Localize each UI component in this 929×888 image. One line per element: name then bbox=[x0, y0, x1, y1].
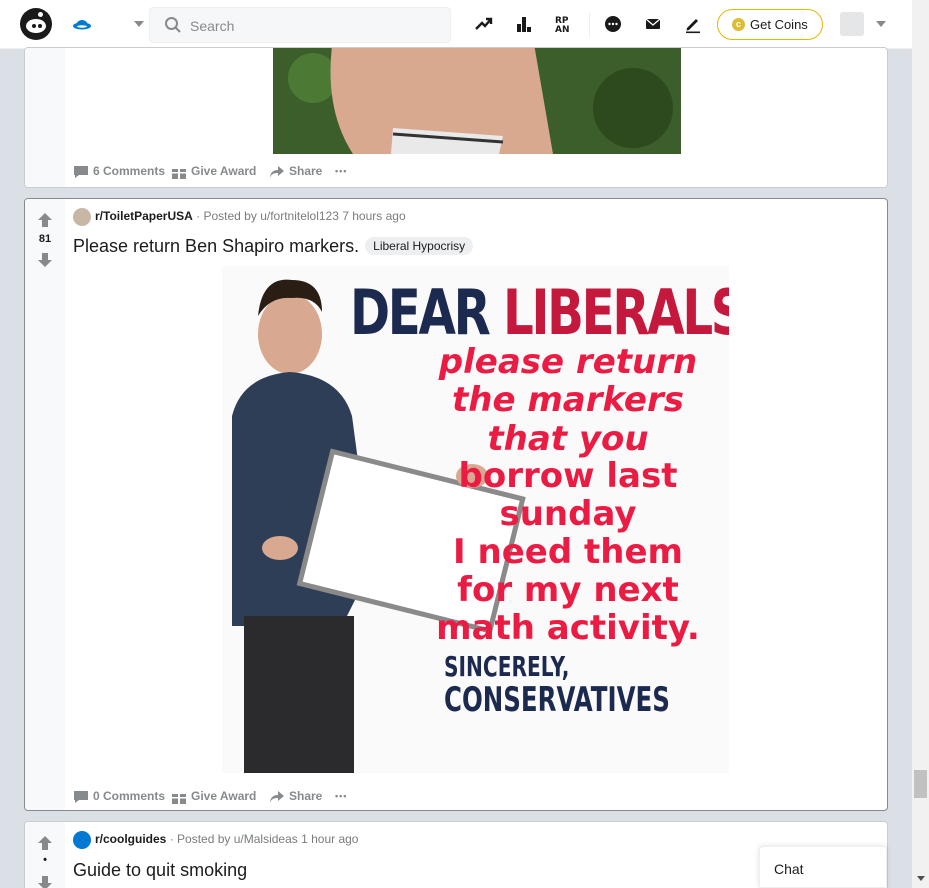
meme-heading: DEAR LIBERALS bbox=[350, 276, 729, 349]
meme-line: math activity. bbox=[436, 608, 700, 648]
meme-dear: DEAR bbox=[350, 276, 503, 349]
meme-line: that you bbox=[487, 419, 649, 459]
give-award-label: Give Award bbox=[191, 164, 257, 178]
scroll-down-icon[interactable] bbox=[917, 876, 925, 881]
chat-label: Chat bbox=[774, 861, 804, 877]
rpan-icon[interactable]: RP AN bbox=[554, 14, 574, 34]
svg-text:AN: AN bbox=[555, 25, 570, 34]
post-title-row: Please return Ben Shapiro markers. Libera… bbox=[73, 236, 474, 257]
post-image[interactable]: DEAR LIBERALS please return the markers … bbox=[222, 266, 729, 773]
scrollbar-thumb[interactable] bbox=[914, 770, 927, 798]
share-label: Share bbox=[289, 789, 323, 803]
comments-label: 0 Comments bbox=[93, 789, 166, 803]
home-icon[interactable] bbox=[72, 15, 92, 35]
vote-score: • bbox=[43, 854, 47, 866]
give-award-label: Give Award bbox=[191, 789, 257, 803]
gift-icon bbox=[172, 792, 186, 804]
subreddit-icon[interactable] bbox=[73, 831, 91, 849]
coin-icon: c bbox=[732, 18, 745, 31]
search-bar[interactable] bbox=[149, 7, 451, 43]
post-meta: r/coolguides · Posted by u/Malsideas 1 h… bbox=[73, 831, 358, 849]
meme-conservatives: CONSERVATIVES bbox=[444, 680, 670, 720]
chat-panel-button[interactable]: Chat bbox=[759, 846, 887, 888]
post-card[interactable]: 81 r/ToiletPaperUSA · Posted by u/fortni… bbox=[24, 198, 888, 811]
post-flair[interactable]: Liberal Hypocrisy bbox=[365, 237, 474, 255]
get-coins-button[interactable]: c Get Coins bbox=[717, 9, 823, 40]
vote-column bbox=[25, 48, 65, 187]
meme-line: please return bbox=[438, 342, 698, 382]
upvote-icon[interactable] bbox=[37, 835, 53, 851]
top-nav-bar: RP AN c Get Coins bbox=[0, 0, 912, 49]
reddit-logo-icon[interactable] bbox=[20, 8, 52, 40]
chevron-down-icon[interactable] bbox=[876, 21, 886, 27]
post-card[interactable]: 6 Comments Give Award Share ••• bbox=[24, 47, 888, 188]
meme-line: sunday bbox=[499, 494, 637, 534]
share-icon bbox=[270, 166, 284, 178]
post-title[interactable]: Please return Ben Shapiro markers. bbox=[73, 236, 359, 256]
posted-by: · Posted by u/Malsideas 1 hour ago bbox=[169, 832, 359, 847]
comments-button[interactable]: 0 Comments bbox=[73, 786, 166, 806]
meme-liberals: LIBERALS bbox=[502, 276, 729, 349]
vote-score: 81 bbox=[38, 233, 52, 245]
avatar-icon[interactable] bbox=[840, 12, 864, 36]
comment-icon bbox=[74, 166, 88, 178]
subreddit-link[interactable]: r/ToiletPaperUSA bbox=[95, 209, 193, 223]
more-options-button[interactable]: ••• bbox=[335, 786, 355, 806]
give-award-button[interactable]: Give Award bbox=[171, 161, 261, 181]
search-input[interactable] bbox=[190, 16, 440, 36]
get-coins-label: Get Coins bbox=[750, 17, 808, 32]
give-award-button[interactable]: Give Award bbox=[171, 786, 261, 806]
comments-button[interactable]: 6 Comments bbox=[73, 161, 166, 181]
posted-by: · Posted by u/fortnitelol123 7 hours ago bbox=[196, 209, 406, 224]
meme-line: the markers bbox=[452, 380, 684, 420]
post-meta: r/ToiletPaperUSA · Posted by u/fortnitel… bbox=[73, 208, 406, 226]
downvote-icon[interactable] bbox=[37, 252, 53, 268]
share-label: Share bbox=[289, 164, 323, 178]
more-options-button[interactable]: ••• bbox=[335, 161, 355, 181]
mail-icon[interactable] bbox=[643, 14, 663, 34]
chat-icon[interactable] bbox=[603, 14, 623, 34]
header-divider bbox=[589, 12, 590, 38]
downvote-icon[interactable] bbox=[37, 875, 53, 888]
vote-column: • bbox=[25, 822, 65, 888]
post-title[interactable]: Guide to quit smoking bbox=[73, 860, 247, 881]
share-icon bbox=[270, 791, 284, 803]
comments-label: 6 Comments bbox=[93, 164, 166, 178]
chevron-down-icon[interactable] bbox=[134, 21, 144, 27]
upvote-icon[interactable] bbox=[37, 212, 53, 228]
trending-icon[interactable] bbox=[474, 14, 494, 34]
scrollbar[interactable] bbox=[912, 0, 929, 888]
meme-line: borrow last bbox=[458, 456, 678, 496]
meme-sincerely: SINCERELY, bbox=[444, 650, 570, 683]
meme-line: for my next bbox=[457, 570, 679, 610]
leaderboard-icon[interactable] bbox=[514, 14, 534, 34]
subreddit-link[interactable]: r/coolguides bbox=[95, 832, 166, 846]
vote-column: 81 bbox=[25, 199, 65, 810]
share-button[interactable]: Share bbox=[269, 786, 329, 806]
subreddit-icon[interactable] bbox=[73, 208, 91, 226]
search-icon bbox=[165, 17, 181, 33]
pencil-icon[interactable] bbox=[683, 14, 703, 34]
gift-icon bbox=[172, 167, 186, 179]
share-button[interactable]: Share bbox=[269, 161, 329, 181]
more-icon: ••• bbox=[335, 166, 348, 176]
comment-icon bbox=[74, 791, 88, 803]
more-icon: ••• bbox=[335, 791, 348, 801]
meme-line: I need them bbox=[453, 532, 683, 572]
post-image[interactable] bbox=[273, 48, 681, 154]
